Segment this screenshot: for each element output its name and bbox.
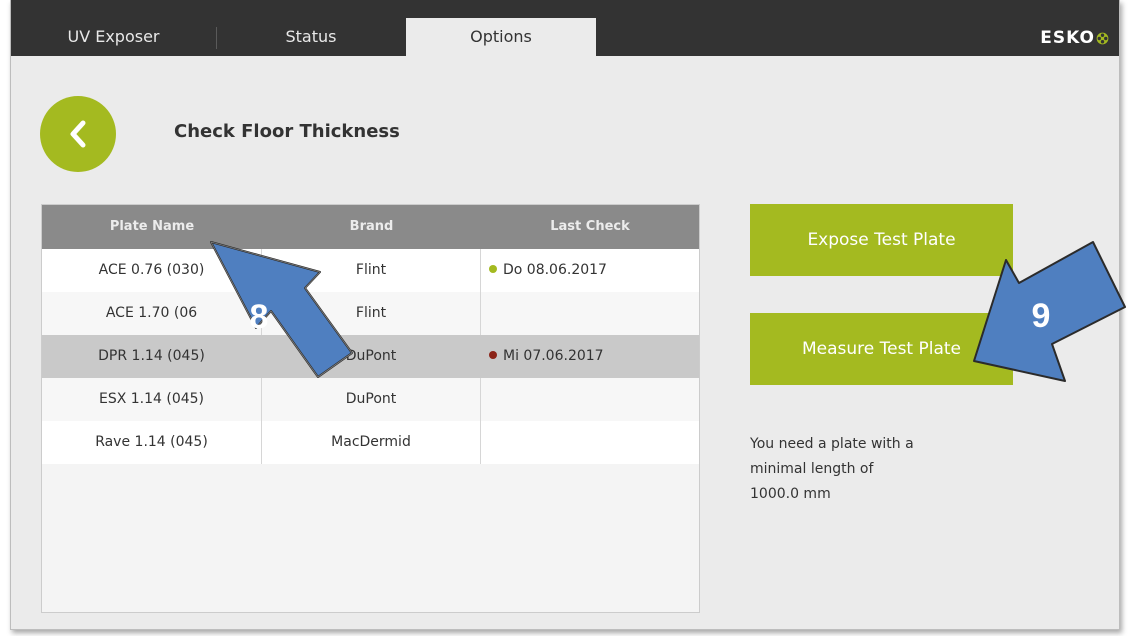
plate-length-info: You need a plate with a minimal length o… (750, 432, 990, 507)
tab-uv-exposer[interactable]: UV Exposer (11, 18, 216, 56)
cell-brand: Flint (262, 249, 481, 292)
table-body: ACE 0.76 (030) Flint Do 08.06.2017 ACE 1… (42, 249, 699, 464)
last-check-date: Mi 07.06.2017 (503, 348, 604, 364)
top-nav-bar: UV Exposer Status Options ESKO (11, 0, 1119, 56)
cell-last-check: Mi 07.06.2017 (481, 335, 699, 378)
cell-plate-name: Rave 1.14 (045) (42, 421, 262, 464)
status-dot-green (489, 265, 497, 273)
cell-plate-name: ACE 0.76 (030) (42, 249, 262, 292)
cell-brand: DuPont (262, 335, 481, 378)
cell-brand: MacDermid (262, 421, 481, 464)
cell-last-check: Do 08.06.2017 (481, 249, 699, 292)
status-dot-red (489, 351, 497, 359)
plate-table: Plate Name Brand Last Check ACE 0.76 (03… (41, 204, 700, 613)
last-check-date: Do 08.06.2017 (503, 262, 607, 278)
info-line: You need a plate with a (750, 436, 914, 452)
app-window: UV Exposer Status Options ESKO Check Flo… (10, 0, 1120, 630)
column-header-plate-name[interactable]: Plate Name (42, 205, 262, 249)
tab-options[interactable]: Options (406, 18, 596, 56)
column-header-brand[interactable]: Brand (262, 205, 481, 249)
cell-brand: Flint (262, 292, 481, 335)
table-row-selected[interactable]: DPR 1.14 (045) DuPont Mi 07.06.2017 (42, 335, 699, 378)
cell-last-check (481, 292, 699, 335)
cell-brand: DuPont (262, 378, 481, 421)
info-line: 1000.0 mm (750, 486, 831, 502)
cell-last-check (481, 421, 699, 464)
table-row[interactable]: ACE 1.70 (06 Flint (42, 292, 699, 335)
expose-test-plate-button[interactable]: Expose Test Plate (750, 204, 1013, 276)
table-header: Plate Name Brand Last Check (42, 205, 699, 249)
info-line: minimal length of (750, 461, 874, 477)
tab-status[interactable]: Status (216, 18, 406, 56)
table-row[interactable]: ACE 0.76 (030) Flint Do 08.06.2017 (42, 249, 699, 292)
page-title: Check Floor Thickness (174, 121, 400, 142)
table-row[interactable]: Rave 1.14 (045) MacDermid (42, 421, 699, 464)
measure-test-plate-button[interactable]: Measure Test Plate (750, 313, 1013, 385)
table-row[interactable]: ESX 1.14 (045) DuPont (42, 378, 699, 421)
esko-flower-icon (1096, 32, 1109, 44)
esko-logo: ESKO (1040, 28, 1109, 48)
cell-plate-name: ACE 1.70 (06 (42, 292, 262, 335)
logo-text: ESKO (1040, 28, 1095, 48)
cell-plate-name: DPR 1.14 (045) (42, 335, 262, 378)
cell-plate-name: ESX 1.14 (045) (42, 378, 262, 421)
column-header-last-check[interactable]: Last Check (481, 205, 699, 249)
back-button[interactable] (40, 96, 116, 172)
cell-last-check (481, 378, 699, 421)
chevron-left-icon (70, 120, 86, 148)
